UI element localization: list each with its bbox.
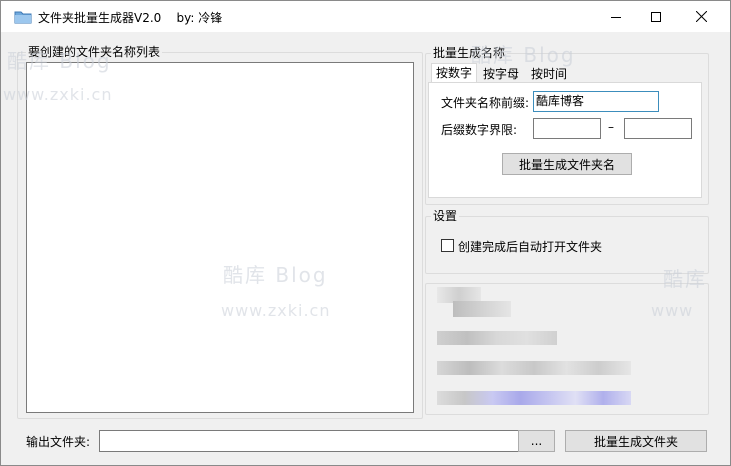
- window-title: 文件夹批量生成器V2.0 by: 冷锋: [38, 11, 223, 25]
- prefix-label: 文件夹名称前缀:: [441, 96, 530, 110]
- output-folder-input[interactable]: [99, 430, 519, 452]
- generate-names-button[interactable]: 批量生成文件夹名: [502, 153, 632, 175]
- auto-open-label[interactable]: 创建完成后自动打开文件夹: [458, 238, 602, 255]
- minimize-icon: [611, 16, 621, 18]
- tab-by-time[interactable]: 按时间: [527, 65, 571, 83]
- title-bar[interactable]: 文件夹批量生成器V2.0 by: 冷锋: [1, 1, 730, 32]
- folder-icon: [14, 11, 32, 24]
- range-label: 后缀数字界限:: [441, 123, 518, 137]
- range-end-input[interactable]: [624, 118, 692, 139]
- maximize-icon: [651, 11, 661, 22]
- folder-name-list[interactable]: [26, 62, 414, 413]
- auto-open-checkbox[interactable]: [441, 239, 454, 252]
- app-window: 文件夹批量生成器V2.0 by: 冷锋 要创建的文件夹名称列表 批量生成名称 按…: [0, 0, 731, 466]
- output-folder-label: 输出文件夹:: [26, 435, 91, 449]
- close-button[interactable]: [678, 1, 724, 32]
- settings-group-label: 设置: [431, 207, 460, 224]
- range-dash: –: [608, 120, 614, 134]
- generate-folders-button[interactable]: 批量生成文件夹: [565, 430, 707, 452]
- tab-by-number[interactable]: 按数字: [431, 63, 478, 82]
- maximize-button[interactable]: [633, 1, 679, 32]
- prefix-input[interactable]: 酷库博客: [533, 91, 659, 112]
- browse-button[interactable]: ...: [518, 430, 555, 452]
- batch-group-label: 批量生成名称: [431, 44, 508, 61]
- list-group-label: 要创建的文件夹名称列表: [26, 43, 163, 60]
- tab-by-letter[interactable]: 按字母: [479, 65, 523, 83]
- close-icon: [695, 11, 707, 22]
- range-start-input[interactable]: [533, 118, 601, 139]
